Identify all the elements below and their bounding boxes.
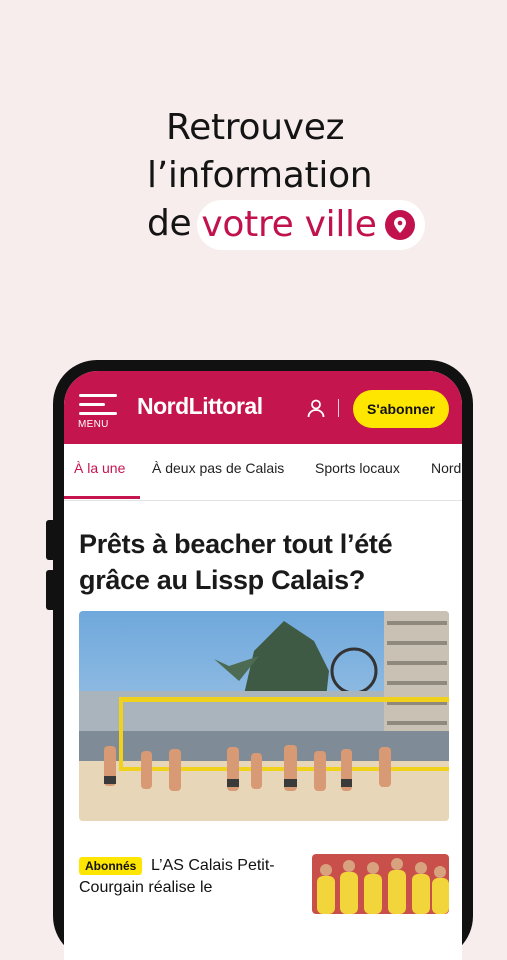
location-pin-icon [384, 210, 415, 240]
section-tabs: À la une À deux pas de Calais Sports loc… [64, 444, 462, 501]
phone-screen: MENU NordLittoral S'abonner À la une À d… [64, 371, 462, 960]
promo-line-3: de votre ville [147, 200, 425, 250]
teaser-thumbnail[interactable] [312, 854, 449, 914]
tab-nord[interactable]: Nord [431, 460, 461, 476]
tab-sports-locaux[interactable]: Sports locaux [315, 460, 400, 476]
active-tab-indicator [64, 496, 140, 499]
city-highlight-text: votre ville [201, 204, 377, 245]
tab-a-deux-pas-de-calais[interactable]: À deux pas de Calais [152, 460, 284, 476]
article-hero-image[interactable] [79, 611, 449, 821]
user-account-icon[interactable] [306, 398, 326, 418]
phone-mockup: MENU NordLittoral S'abonner À la une À d… [53, 360, 473, 960]
app-header: MENU NordLittoral S'abonner [64, 371, 462, 444]
hamburger-menu-icon[interactable] [79, 394, 117, 421]
article-title[interactable]: Prêts à beacher tout l’été grâce au Liss… [79, 526, 429, 598]
promo-line-1: Retrouvez [166, 107, 345, 148]
subscribe-button[interactable]: S'abonner [353, 390, 449, 428]
subscribers-badge: Abonnés [79, 857, 143, 875]
site-logo[interactable]: NordLittoral [137, 393, 263, 420]
city-highlight: votre ville [197, 200, 425, 250]
promo-line-3-prefix: de [147, 203, 192, 244]
header-divider [338, 399, 339, 417]
promo-line-2: l’information [147, 155, 373, 196]
menu-label[interactable]: MENU [78, 419, 109, 430]
tab-a-la-une[interactable]: À la une [74, 460, 125, 476]
